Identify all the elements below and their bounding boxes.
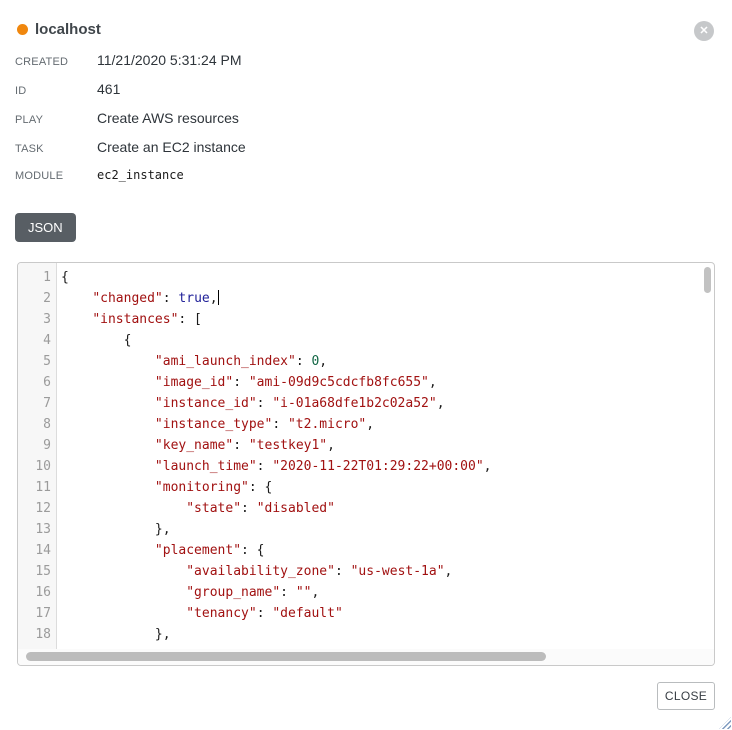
detail-value: 461 [97,81,120,97]
detail-row-play: PLAY Create AWS resources [15,110,732,139]
event-details: CREATED 11/21/2020 5:31:24 PM ID 461 PLA… [15,52,732,197]
code-line[interactable]: "availability_zone": "us-west-1a", [61,561,714,582]
code-line[interactable]: "instance_type": "t2.micro", [61,414,714,435]
tab-json-button[interactable]: JSON [15,213,76,242]
line-number: 10 [18,456,51,477]
code-line[interactable]: "tenancy": "default" [61,603,714,624]
detail-value: 11/21/2020 5:31:24 PM [97,52,242,68]
code-gutter: 123456789101112131415161718 [18,263,57,649]
line-number: 18 [18,624,51,645]
detail-row-created: CREATED 11/21/2020 5:31:24 PM [15,52,732,81]
code-line[interactable]: "launch_time": "2020-11-22T01:29:22+00:0… [61,456,714,477]
line-number: 11 [18,477,51,498]
code-line[interactable]: "key_name": "testkey1", [61,435,714,456]
detail-label: ID [15,85,97,97]
detail-value: Create an EC2 instance [97,139,246,155]
line-number: 14 [18,540,51,561]
horizontal-scrollbar[interactable] [26,652,546,661]
line-number: 13 [18,519,51,540]
detail-label: TASK [15,143,97,155]
code-line[interactable]: "ami_launch_index": 0, [61,351,714,372]
line-number: 9 [18,435,51,456]
code-line[interactable]: { [61,330,714,351]
editor-body[interactable]: 123456789101112131415161718 { "changed":… [18,263,714,649]
detail-row-id: ID 461 [15,81,732,110]
resize-handle-icon[interactable] [719,717,731,729]
host-event-modal: localhost ✕ CREATED 11/21/2020 5:31:24 P… [0,0,732,666]
code-line[interactable]: "placement": { [61,540,714,561]
code-line[interactable]: }, [61,624,714,645]
line-number: 16 [18,582,51,603]
json-output-editor[interactable]: 123456789101112131415161718 { "changed":… [17,262,715,666]
line-number: 8 [18,414,51,435]
line-number: 12 [18,498,51,519]
line-number: 5 [18,351,51,372]
detail-label: CREATED [15,56,97,68]
detail-label: MODULE [15,170,97,182]
code-lines[interactable]: { "changed": true, "instances": [ { "ami… [57,263,714,649]
line-number: 2 [18,288,51,309]
detail-row-module: MODULE ec2_instance [15,168,732,197]
line-number: 6 [18,372,51,393]
detail-label: PLAY [15,114,97,126]
text-cursor [218,290,219,305]
code-line[interactable]: "image_id": "ami-09d9c5cdcfb8fc655", [61,372,714,393]
close-button[interactable]: CLOSE [657,682,715,710]
code-line[interactable]: }, [61,519,714,540]
code-line[interactable]: "monitoring": { [61,477,714,498]
horizontal-scrollbar-track[interactable] [18,649,714,665]
detail-row-task: TASK Create an EC2 instance [15,139,732,168]
host-name-title: localhost [35,21,101,38]
code-line[interactable]: { [61,267,714,288]
code-line[interactable]: "state": "disabled" [61,498,714,519]
code-line[interactable]: "group_name": "", [61,582,714,603]
line-number: 7 [18,393,51,414]
vertical-scrollbar[interactable] [704,267,711,293]
code-line[interactable]: "instance_id": "i-01a68dfe1b2c02a52", [61,393,714,414]
code-line[interactable]: "changed": true, [61,288,714,309]
modal-header: localhost ✕ [0,0,732,48]
detail-value: Create AWS resources [97,110,239,126]
close-icon[interactable]: ✕ [694,21,714,41]
code-line[interactable]: "instances": [ [61,309,714,330]
line-number: 4 [18,330,51,351]
line-number: 1 [18,267,51,288]
line-number: 17 [18,603,51,624]
line-number: 3 [18,309,51,330]
host-status-changed-icon [17,24,28,35]
line-number: 15 [18,561,51,582]
detail-value: ec2_instance [97,168,184,182]
